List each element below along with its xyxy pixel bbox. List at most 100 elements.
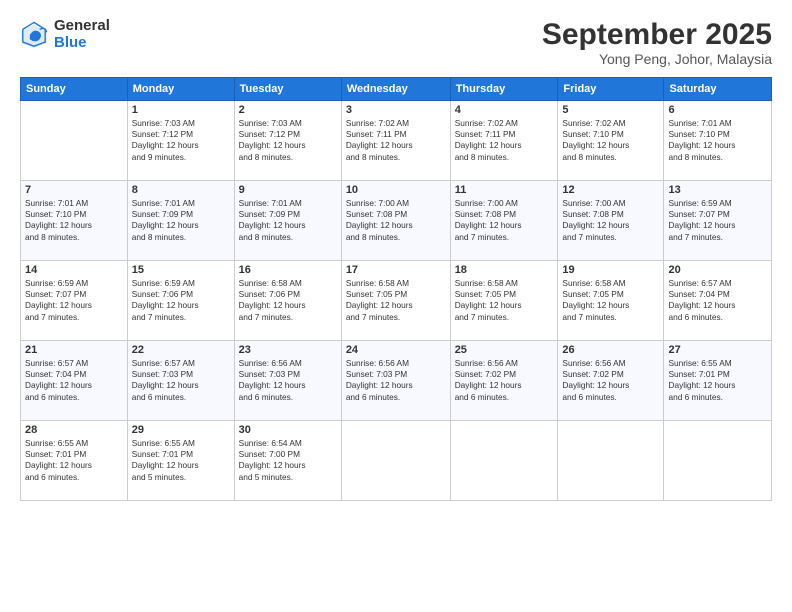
calendar-cell [558, 421, 664, 501]
col-friday: Friday [558, 78, 664, 101]
day-number: 1 [132, 104, 230, 116]
day-number: 8 [132, 184, 230, 196]
calendar-cell: 1 Sunrise: 7:03 AMSunset: 7:12 PMDaylight… [127, 101, 234, 181]
calendar-cell: 30Sunrise: 6:54 AMSunset: 7:00 PMDayligh… [234, 421, 341, 501]
day-info: Sunrise: 7:03 AMSunset: 7:12 PMDaylight:… [132, 118, 230, 163]
day-number: 4 [455, 104, 554, 116]
day-info: Sunrise: 6:56 AMSunset: 7:02 PMDaylight:… [562, 358, 659, 403]
day-info: Sunrise: 6:56 AMSunset: 7:02 PMDaylight:… [455, 358, 554, 403]
calendar-week-row: 14Sunrise: 6:59 AMSunset: 7:07 PMDayligh… [21, 261, 772, 341]
col-saturday: Saturday [664, 78, 772, 101]
title-block: September 2025 Yong Peng, Johor, Malaysi… [542, 18, 772, 67]
calendar-week-row: 1 Sunrise: 7:03 AMSunset: 7:12 PMDaylight… [21, 101, 772, 181]
day-number: 9 [239, 184, 337, 196]
logo: General Blue [20, 18, 110, 51]
day-number: 3 [346, 104, 446, 116]
header: General Blue September 2025 Yong Peng, J… [20, 18, 772, 67]
calendar-cell: 28Sunrise: 6:55 AMSunset: 7:01 PMDayligh… [21, 421, 128, 501]
calendar-cell: 22Sunrise: 6:57 AMSunset: 7:03 PMDayligh… [127, 341, 234, 421]
calendar-week-row: 28 Sunrise: 6:55 AMSunset: 7:01 PMDayligh… [21, 421, 772, 501]
day-info: Sunrise: 6:56 AMSunset: 7:03 PMDaylight:… [239, 358, 337, 403]
day-number: 25 [455, 344, 554, 356]
calendar-body: 1 Sunrise: 7:03 AMSunset: 7:12 PMDaylight… [21, 101, 772, 501]
day-info: Sunrise: 7:02 AMSunset: 7:11 PMDaylight:… [346, 118, 446, 163]
calendar-cell: 15Sunrise: 6:59 AMSunset: 7:06 PMDayligh… [127, 261, 234, 341]
day-info: Sunrise: 6:55 AMSunset: 7:01 PMDaylight:… [132, 438, 230, 483]
day-number: 11 [455, 184, 554, 196]
calendar-header: Sunday Monday Tuesday Wednesday Thursday… [21, 78, 772, 101]
calendar-cell: 4 Sunrise: 7:02 AMSunset: 7:11 PMDaylight… [450, 101, 558, 181]
calendar-cell: 10 Sunrise: 7:00 AMSunset: 7:08 PMDayligh… [341, 181, 450, 261]
col-tuesday: Tuesday [234, 78, 341, 101]
logo-blue-label: Blue [54, 35, 110, 52]
day-info: Sunrise: 7:03 AMSunset: 7:12 PMDaylight:… [239, 118, 337, 163]
calendar-cell: 7Sunrise: 7:01 AMSunset: 7:10 PMDaylight… [21, 181, 128, 261]
day-number: 29 [132, 424, 230, 436]
main-title: September 2025 [542, 18, 772, 51]
calendar-week-row: 21 Sunrise: 6:57 AMSunset: 7:04 PMDayligh… [21, 341, 772, 421]
logo-general-label: General [54, 18, 110, 35]
calendar-cell: 5 Sunrise: 7:02 AMSunset: 7:10 PMDaylight… [558, 101, 664, 181]
calendar-cell [341, 421, 450, 501]
calendar-cell [664, 421, 772, 501]
day-info: Sunrise: 7:01 AMSunset: 7:09 PMDaylight:… [132, 198, 230, 243]
day-info: Sunrise: 6:56 AMSunset: 7:03 PMDaylight:… [346, 358, 446, 403]
logo-icon [20, 21, 48, 49]
calendar-cell: 23Sunrise: 6:56 AMSunset: 7:03 PMDayligh… [234, 341, 341, 421]
calendar-cell: 14Sunrise: 6:59 AMSunset: 7:07 PMDayligh… [21, 261, 128, 341]
day-number: 22 [132, 344, 230, 356]
calendar-cell: 20Sunrise: 6:57 AMSunset: 7:04 PMDayligh… [664, 261, 772, 341]
calendar-cell: 18Sunrise: 6:58 AMSunset: 7:05 PMDayligh… [450, 261, 558, 341]
calendar-cell: 8 Sunrise: 7:01 AMSunset: 7:09 PMDaylight… [127, 181, 234, 261]
day-info: Sunrise: 6:58 AMSunset: 7:05 PMDaylight:… [562, 278, 659, 323]
day-number: 10 [346, 184, 446, 196]
day-info: Sunrise: 7:02 AMSunset: 7:10 PMDaylight:… [562, 118, 659, 163]
calendar-week-row: 7Sunrise: 7:01 AMSunset: 7:10 PMDaylight… [21, 181, 772, 261]
calendar-cell: 26 Sunrise: 6:56 AMSunset: 7:02 PMDayligh… [558, 341, 664, 421]
day-number: 19 [562, 264, 659, 276]
day-number: 13 [668, 184, 767, 196]
day-info: Sunrise: 7:00 AMSunset: 7:08 PMDaylight:… [346, 198, 446, 243]
header-row: Sunday Monday Tuesday Wednesday Thursday… [21, 78, 772, 101]
calendar-cell: 12Sunrise: 7:00 AMSunset: 7:08 PMDayligh… [558, 181, 664, 261]
day-number: 26 [562, 344, 659, 356]
col-monday: Monday [127, 78, 234, 101]
day-info: Sunrise: 7:01 AMSunset: 7:09 PMDaylight:… [239, 198, 337, 243]
day-info: Sunrise: 6:57 AMSunset: 7:04 PMDaylight:… [25, 358, 123, 403]
calendar-cell: 6 Sunrise: 7:01 AMSunset: 7:10 PMDaylight… [664, 101, 772, 181]
col-sunday: Sunday [21, 78, 128, 101]
day-info: Sunrise: 6:54 AMSunset: 7:00 PMDaylight:… [239, 438, 337, 483]
day-info: Sunrise: 6:59 AMSunset: 7:07 PMDaylight:… [25, 278, 123, 323]
day-info: Sunrise: 7:00 AMSunset: 7:08 PMDaylight:… [455, 198, 554, 243]
day-number: 16 [239, 264, 337, 276]
day-info: Sunrise: 7:00 AMSunset: 7:08 PMDaylight:… [562, 198, 659, 243]
day-number: 6 [668, 104, 767, 116]
calendar-cell: 3 Sunrise: 7:02 AMSunset: 7:11 PMDaylight… [341, 101, 450, 181]
calendar-cell: 13Sunrise: 6:59 AMSunset: 7:07 PMDayligh… [664, 181, 772, 261]
logo-text: General Blue [54, 18, 110, 51]
day-number: 2 [239, 104, 337, 116]
calendar-table: Sunday Monday Tuesday Wednesday Thursday… [20, 77, 772, 501]
day-info: Sunrise: 6:58 AMSunset: 7:05 PMDaylight:… [346, 278, 446, 323]
day-info: Sunrise: 7:02 AMSunset: 7:11 PMDaylight:… [455, 118, 554, 163]
calendar-cell: 25 Sunrise: 6:56 AMSunset: 7:02 PMDayligh… [450, 341, 558, 421]
calendar-cell: 29 Sunrise: 6:55 AMSunset: 7:01 PMDayligh… [127, 421, 234, 501]
calendar-cell: 9 Sunrise: 7:01 AMSunset: 7:09 PMDaylight… [234, 181, 341, 261]
calendar-cell: 17 Sunrise: 6:58 AMSunset: 7:05 PMDayligh… [341, 261, 450, 341]
day-number: 28 [25, 424, 123, 436]
day-info: Sunrise: 6:58 AMSunset: 7:05 PMDaylight:… [455, 278, 554, 323]
day-number: 20 [668, 264, 767, 276]
calendar-cell: 19 Sunrise: 6:58 AMSunset: 7:05 PMDayligh… [558, 261, 664, 341]
day-info: Sunrise: 7:01 AMSunset: 7:10 PMDaylight:… [668, 118, 767, 163]
day-number: 17 [346, 264, 446, 276]
day-info: Sunrise: 7:01 AMSunset: 7:10 PMDaylight:… [25, 198, 123, 243]
calendar-cell [450, 421, 558, 501]
calendar-cell: 21 Sunrise: 6:57 AMSunset: 7:04 PMDayligh… [21, 341, 128, 421]
day-number: 21 [25, 344, 123, 356]
col-wednesday: Wednesday [341, 78, 450, 101]
calendar-cell: 27Sunrise: 6:55 AMSunset: 7:01 PMDayligh… [664, 341, 772, 421]
calendar-cell [21, 101, 128, 181]
day-info: Sunrise: 6:58 AMSunset: 7:06 PMDaylight:… [239, 278, 337, 323]
calendar-cell: 24Sunrise: 6:56 AMSunset: 7:03 PMDayligh… [341, 341, 450, 421]
day-number: 5 [562, 104, 659, 116]
